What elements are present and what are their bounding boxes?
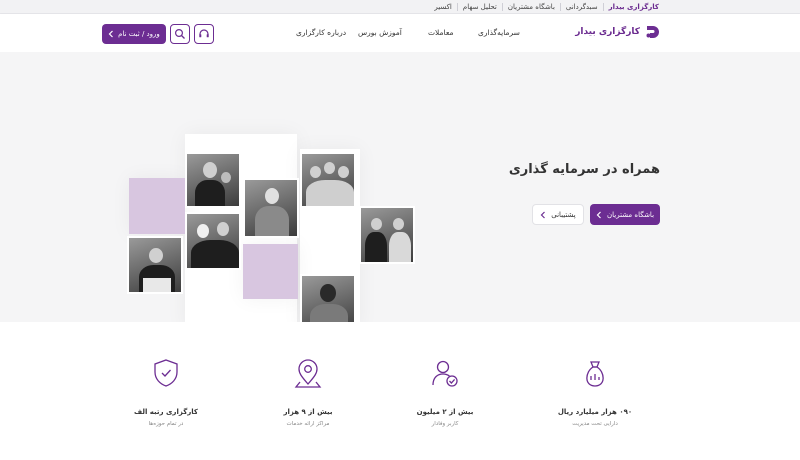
hero-title: همراه در سرمایه گذاری [508, 162, 660, 177]
main-header: کارگزاری بیدار سرمایه‌گذاری معاملات آموز… [0, 14, 800, 52]
nav-trading[interactable]: معاملات [428, 28, 453, 37]
money-bag-icon [586, 361, 604, 387]
stat-users-value: بیش از ۲ میلیون [416, 408, 474, 416]
logo-mark-icon [644, 23, 662, 41]
photo-man-laptop [127, 236, 183, 294]
stat-assets: ۰۹۰ هزار میلیارد ریال دارایی تحت مدیریت [535, 356, 655, 427]
hero-support-button[interactable]: پشتیبانی [532, 204, 584, 225]
stat-rating-label: در تمام حوزه‌ها [148, 421, 184, 427]
photo-couple-tablet [185, 212, 241, 270]
top-link-club[interactable]: باشگاه مشتریان [501, 3, 560, 11]
search-icon [174, 28, 185, 39]
stat-centers-value: بیش از ۹ هزار [283, 408, 333, 416]
stat-users: بیش از ۲ میلیون کاربر وفادار [385, 356, 505, 427]
headset-icon [199, 29, 209, 38]
photo-family-group [300, 152, 356, 208]
top-link-exir[interactable]: اکسیر [429, 3, 457, 11]
collage-lavender-tile [243, 244, 298, 299]
login-register-button[interactable]: ورود / ثبت نام [102, 24, 166, 44]
top-brand-link[interactable]: کارگزاری بیدار [602, 3, 664, 11]
photo-handshake [359, 206, 415, 264]
shield-check-icon [154, 359, 178, 387]
stat-rating-value: کارگزاری رتبه الف [134, 408, 198, 416]
stat-rating: کارگزاری رتبه الف در تمام حوزه‌ها [106, 356, 226, 427]
customer-club-label: باشگاه مشتریان [606, 210, 655, 219]
nav-about[interactable]: درباره کارگزاری [296, 28, 346, 37]
search-button[interactable] [170, 24, 190, 44]
photo-elderly-couple [243, 178, 299, 238]
support-button[interactable] [194, 24, 214, 44]
nav-investment[interactable]: سرمایه‌گذاری [478, 28, 520, 37]
user-check-icon [432, 360, 458, 387]
login-label: ورود / ثبت نام [118, 30, 160, 38]
top-utility-bar: کارگزاری بیدار سبدگردانی باشگاه مشتریان … [0, 0, 800, 14]
chevron-left-icon [596, 211, 601, 218]
customer-club-button[interactable]: باشگاه مشتریان [590, 204, 660, 225]
stat-users-label: کاربر وفادار [431, 421, 459, 427]
site-logo[interactable]: کارگزاری بیدار [575, 23, 662, 41]
chevron-left-icon [108, 30, 114, 38]
stat-assets-label: دارایی تحت مدیریت [572, 421, 618, 427]
nav-education[interactable]: آموزش بورس [358, 28, 402, 37]
photo-family [185, 152, 241, 208]
hero-support-label: پشتیبانی [551, 210, 576, 219]
chevron-left-icon [540, 211, 546, 218]
top-links: کارگزاری بیدار سبدگردانی باشگاه مشتریان … [429, 0, 664, 14]
location-pin-icon [294, 359, 322, 388]
logo-text: کارگزاری بیدار [575, 27, 640, 37]
top-link-portfolio[interactable]: سبدگردانی [559, 3, 603, 11]
collage-lavender-tile [129, 178, 185, 234]
hero-section: همراه در سرمایه گذاری باشگاه مشتریان پشت… [0, 52, 800, 332]
stat-centers-label: مراکز ارائه خدمات [286, 421, 330, 427]
hero-photo-collage [115, 134, 415, 349]
stat-assets-value: ۰۹۰ هزار میلیارد ریال [557, 408, 633, 416]
top-link-analysis[interactable]: تحلیل سهام [456, 3, 502, 11]
stats-section: ۰۹۰ هزار میلیارد ریال دارایی تحت مدیریت … [0, 322, 800, 460]
stat-service-centers: بیش از ۹ هزار مراکز ارائه خدمات [248, 356, 368, 427]
